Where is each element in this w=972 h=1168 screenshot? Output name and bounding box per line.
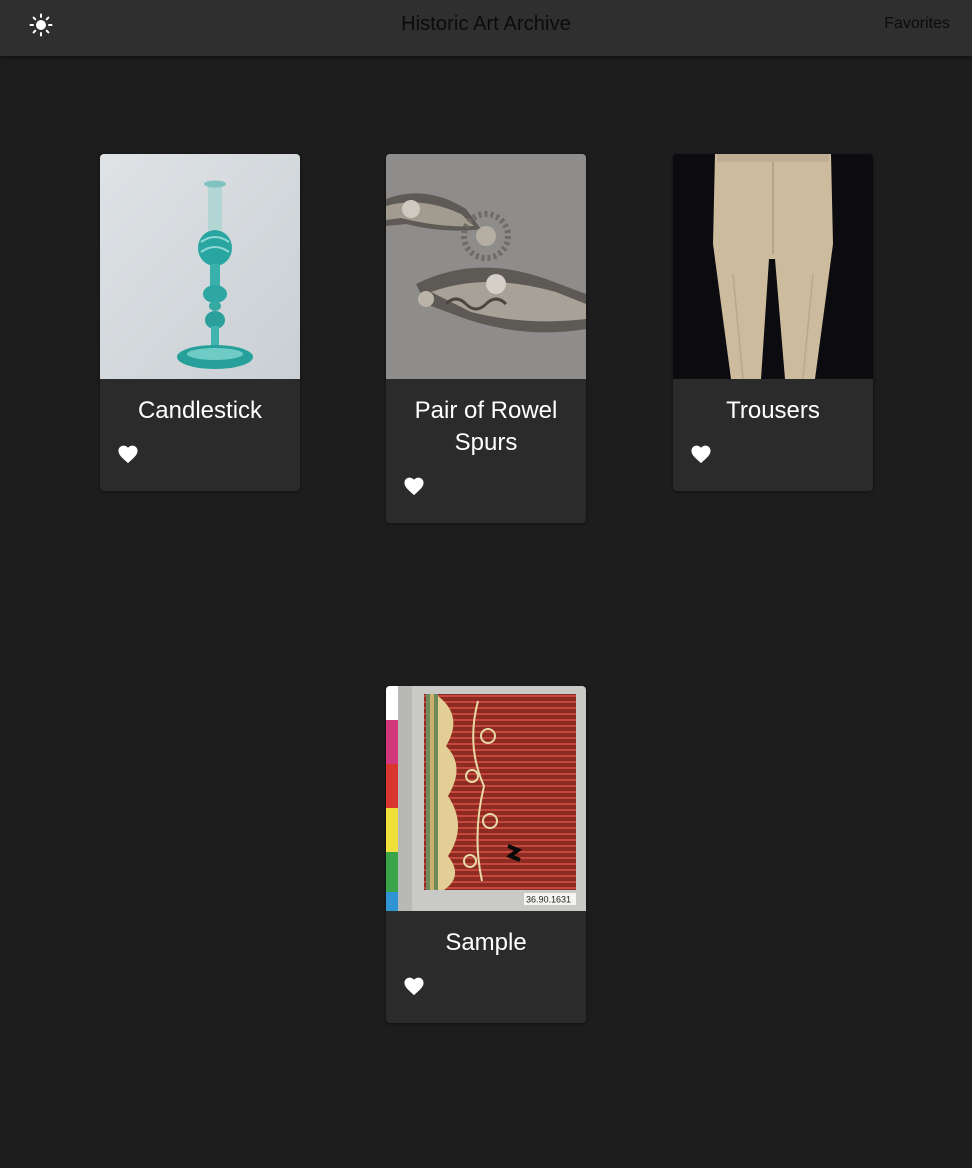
textile-sample-image: 36.90.1631 (386, 686, 586, 911)
spurs-image (386, 154, 586, 379)
favorite-button[interactable] (687, 440, 715, 468)
svg-text:36.90.1631: 36.90.1631 (526, 895, 571, 905)
card-title: Sample (445, 929, 527, 956)
candlestick-image (100, 154, 300, 379)
app-title: Historic Art Archive (401, 13, 571, 35)
favorite-button[interactable] (114, 440, 142, 468)
card-title: Candlestick (137, 397, 263, 424)
trousers-image (673, 154, 873, 379)
card-title: Trousers (726, 397, 820, 424)
app-bar: Historic Art Archive Favorites (0, 0, 972, 56)
artwork-card[interactable]: Trousers (673, 154, 873, 491)
favorite-button[interactable] (400, 472, 428, 500)
artwork-card[interactable]: Candlestick (100, 154, 300, 491)
card-title: Pair of Rowel Spurs (414, 397, 558, 456)
heart-icon (404, 477, 424, 496)
artwork-card[interactable]: 36.90.1631 Sample (386, 686, 586, 1023)
favorites-link[interactable]: Favorites (884, 0, 950, 48)
heart-icon (404, 977, 424, 996)
artwork-card[interactable]: Pair of Rowel Spurs (386, 154, 586, 523)
favorite-button[interactable] (400, 972, 428, 1000)
heart-icon (118, 445, 138, 464)
heart-icon (691, 445, 711, 464)
